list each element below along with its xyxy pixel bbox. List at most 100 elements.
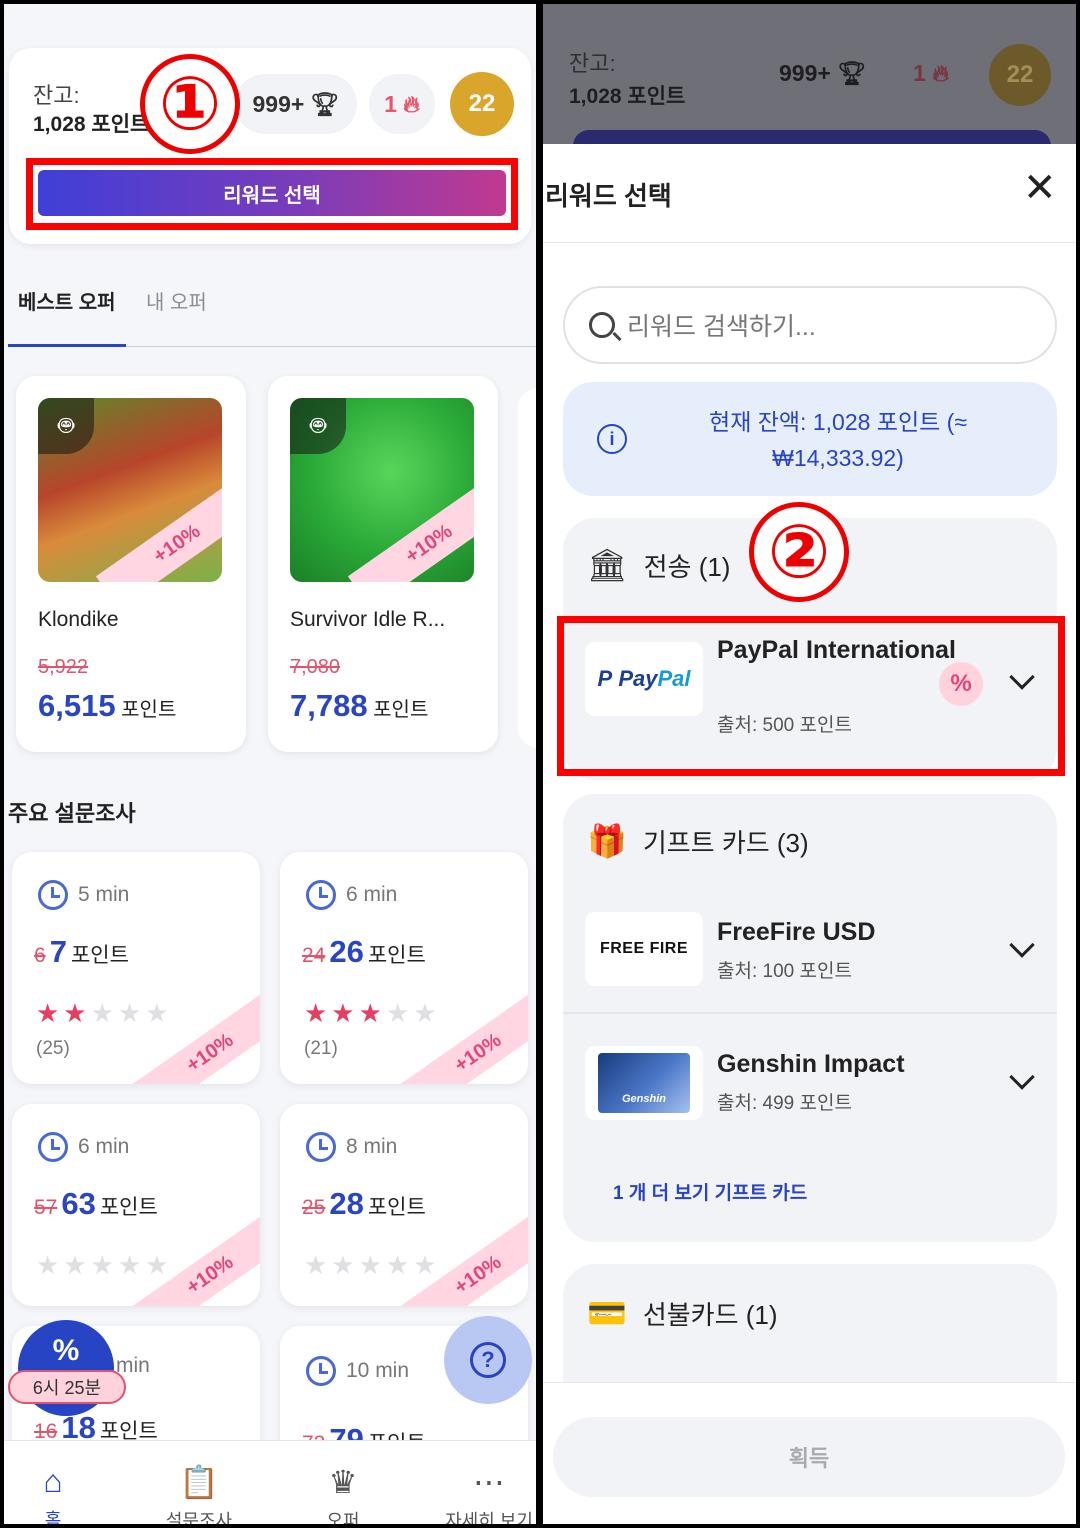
chevron-down-icon[interactable] [1009, 1064, 1035, 1090]
tab-best-offers[interactable]: 베스트 오퍼 [18, 286, 116, 315]
offer-card-survivor[interactable]: 🤖︎ +10% Survivor Idle R... 7,080 7,788 포… [268, 376, 498, 752]
freefire-logo: FREE FIRE [585, 912, 703, 986]
balance-label: 잔고: [569, 51, 616, 76]
balance-label: 잔고: [33, 83, 80, 108]
balance-value: 1,028 포인트 [569, 85, 686, 108]
current-balance-text: 현재 잔액: 1,028 포인트 (≈ ₩14,333.92) [709, 409, 967, 471]
rating-stars: ★★★★★ [304, 1250, 441, 1280]
clock-icon [38, 1132, 68, 1162]
help-fab[interactable]: ? [444, 1316, 532, 1404]
reward-name: FreeFire USD [717, 918, 876, 946]
offer-title: Survivor Idle R... [290, 608, 446, 631]
survey-points: 24 26 포인트 [302, 934, 426, 969]
crown-icon: ♛ [328, 1464, 358, 1500]
divider [543, 242, 1076, 243]
survey-card[interactable]: 6 min 57 63 포인트 ★★★★★ +10% [12, 1104, 260, 1306]
streak-stat[interactable]: 1 🔥︎ [369, 74, 435, 134]
highlight-box-2 [557, 616, 1065, 776]
survey-duration: 8 min [346, 1135, 398, 1158]
clock-icon [306, 880, 336, 910]
reward-name: Genshin Impact [717, 1050, 905, 1078]
clock-icon [306, 1132, 336, 1162]
survey-points: 6 7 포인트 [34, 934, 129, 969]
rating-stars: ★★★★★ [36, 998, 173, 1028]
offer-old-points: 7,080 [290, 656, 341, 678]
bottom-nav: ⌂ 홈 📋 설문조사 ♛ 오퍼 ⋯ 자세히 보기 [4, 1440, 536, 1524]
gift-card-group: 🎁 기프트 카드 (3) FREE FIRE FreeFire USD 출처: … [563, 794, 1057, 1242]
reward-sheet-screen: 잔고: 1,028 포인트 999+ 🏆︎ 1 🔥︎ 22 리워드 선택 ✕ 리… [543, 4, 1076, 1524]
search-icon [589, 312, 615, 338]
fire-icon: 🔥︎ [402, 90, 420, 117]
group-label: 전송 (1) [643, 551, 731, 582]
clipboard-icon: 📋 [179, 1464, 219, 1500]
survey-duration: 6 min [78, 1135, 130, 1158]
home-screen: 잔고: 1,028 포인트 999+ 🏆︎ 1 🔥︎ 22 ① 리워드 선택 베… [4, 4, 536, 1524]
trophy-stat: 999+ 🏆︎ [779, 60, 867, 86]
claim-button[interactable]: 획득 [553, 1417, 1065, 1497]
offer-image: 🤖︎ +10% [290, 398, 474, 582]
close-icon[interactable]: ✕ [1023, 168, 1057, 208]
dimmed-header: 잔고: 1,028 포인트 999+ 🏆︎ 1 🔥︎ 22 [543, 4, 1076, 150]
fire-icon: 🔥︎ [932, 60, 950, 86]
survey-duration: 6 min [346, 883, 398, 906]
offer-card-peek [518, 388, 536, 748]
survey-card[interactable]: 8 min 25 28 포인트 ★★★★★ +10% [280, 1104, 528, 1306]
offer-new-points: 7,788 포인트 [290, 688, 429, 723]
reward-item-freefire[interactable]: FREE FIRE FreeFire USD 출처: 100 포인트 [563, 906, 1057, 1002]
step-2-annotation: ② [749, 502, 849, 602]
trophy-count: 999+ [252, 90, 305, 117]
reward-bottom-sheet: 리워드 선택 ✕ 리워드 검색하기... i 현재 잔액: 1,028 포인트 … [543, 144, 1076, 1524]
show-more-gift-cards-link[interactable]: 1 개 더 보기 기프트 카드 [613, 1178, 807, 1205]
survey-points: 57 63 포인트 [34, 1186, 158, 1221]
reward-item-genshin[interactable]: Genshin Genshin Impact 출처: 499 포인트 [563, 1040, 1057, 1136]
trophy-icon: 🏆︎ [310, 90, 340, 117]
help-icon: ? [470, 1342, 506, 1378]
offer-title: Klondike [38, 608, 119, 631]
nav-more[interactable]: ⋯ 자세히 보기 [434, 1463, 536, 1524]
reward-source: 출처: 100 포인트 [717, 961, 852, 982]
rating-stars: ★★★★★ [304, 998, 441, 1028]
level-badge[interactable]: 22 [450, 72, 514, 136]
android-icon: 🤖︎ [38, 398, 94, 454]
rating-stars: ★★★★★ [36, 1250, 173, 1280]
bank-icon: 🏛 [587, 547, 628, 583]
reward-search-input[interactable]: 리워드 검색하기... [563, 286, 1057, 364]
divider [563, 1012, 1057, 1014]
offer-tabs: 베스트 오퍼 내 오퍼 [8, 264, 536, 348]
chevron-down-icon[interactable] [1009, 932, 1035, 958]
more-icon: ⋯ [473, 1464, 505, 1500]
step-1-annotation: ① [140, 54, 240, 154]
level-badge: 22 [989, 44, 1051, 106]
tab-my-offers[interactable]: 내 오퍼 [146, 286, 207, 315]
select-reward-button[interactable]: 리워드 선택 [38, 170, 506, 216]
android-icon: 🤖︎ [290, 398, 346, 454]
survey-card[interactable]: 6 min 24 26 포인트 ★★★★★ (21) +10% [280, 852, 528, 1084]
home-icon: ⌂ [43, 1463, 63, 1499]
offer-old-points: 5,922 [38, 656, 89, 678]
reward-source: 출처: 499 포인트 [717, 1093, 852, 1114]
survey-points: 25 28 포인트 [302, 1186, 426, 1221]
claim-bar: 획득 [543, 1382, 1076, 1524]
survey-duration: 5 min [78, 883, 130, 906]
clock-icon [38, 880, 68, 910]
trophy-stat[interactable]: 999+ 🏆︎ [235, 74, 357, 134]
survey-card[interactable]: 5 min 6 7 포인트 ★★★★★ (25) +10% [12, 852, 260, 1084]
trophy-icon: 🏆︎ [837, 60, 867, 86]
active-tab-indicator [8, 344, 126, 347]
nav-home[interactable]: ⌂ 홈 [4, 1463, 108, 1524]
offer-new-points: 6,515 포인트 [38, 688, 177, 723]
survey-duration: 10 min [346, 1359, 410, 1382]
discount-timer: 6시 25분 [8, 1370, 126, 1404]
nav-surveys[interactable]: 📋 설문조사 [144, 1463, 254, 1524]
group-label: 선불카드 (1) [642, 1299, 778, 1330]
streak-stat: 1 🔥︎ [913, 60, 950, 86]
balance-info-box: i 현재 잔액: 1,028 포인트 (≈ ₩14,333.92) [563, 382, 1057, 496]
balance-value: 1,028 포인트 [33, 113, 150, 136]
nav-offers[interactable]: ♛ 오퍼 [288, 1463, 398, 1524]
card-icon: 💳 [587, 1295, 627, 1331]
rating-count: (21) [304, 1038, 338, 1059]
info-icon: i [597, 424, 627, 454]
offer-card-klondike[interactable]: 🤖︎ +10% Klondike 5,922 6,515 포인트 [16, 376, 246, 752]
gift-icon: 🎁 [587, 823, 627, 859]
search-placeholder: 리워드 검색하기... [627, 313, 816, 341]
